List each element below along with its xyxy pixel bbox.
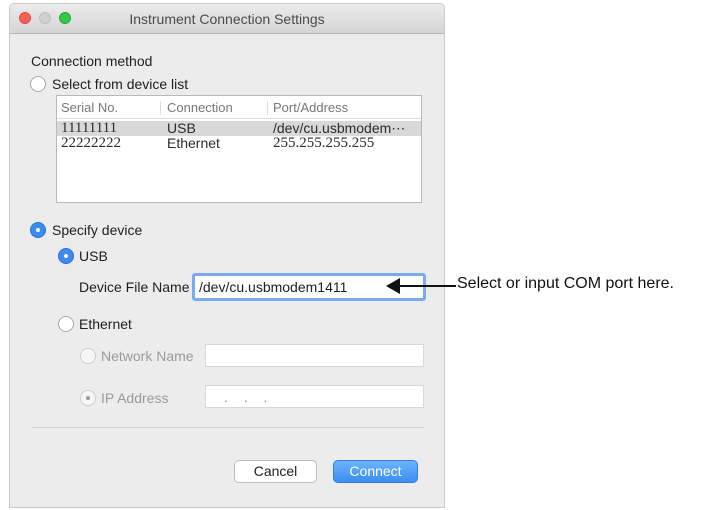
window-title: Instrument Connection Settings: [129, 11, 325, 27]
column-divider: [267, 101, 268, 115]
row-serial: 11111111: [61, 120, 118, 136]
callout-arrow-icon: [386, 278, 400, 294]
specify-device-radio[interactable]: [30, 222, 46, 238]
ethernet-radio[interactable]: [58, 316, 74, 332]
connection-settings-window: Instrument Connection Settings Connectio…: [9, 3, 445, 508]
header-divider: [57, 118, 421, 119]
usb-label[interactable]: USB: [79, 248, 108, 265]
column-header-serial[interactable]: Serial No.: [61, 100, 118, 115]
device-list-table[interactable]: Serial No. Connection Port/Address 11111…: [56, 95, 422, 203]
network-name-field[interactable]: [205, 344, 424, 367]
footer-divider: [32, 427, 424, 428]
table-row[interactable]: 22222222 Ethernet 255.255.255.255: [57, 136, 421, 151]
title-bar: Instrument Connection Settings: [10, 4, 444, 34]
row-connection: USB: [167, 120, 196, 136]
column-header-port[interactable]: Port/Address: [273, 100, 348, 115]
connect-button[interactable]: Connect: [333, 460, 418, 483]
network-name-label: Network Name: [101, 348, 194, 364]
row-connection: Ethernet: [167, 135, 220, 151]
row-port: /dev/cu.usbmodem⋯: [273, 120, 406, 136]
table-row[interactable]: 11111111 USB /dev/cu.usbmodem⋯: [57, 121, 421, 136]
column-header-connection[interactable]: Connection: [167, 100, 233, 115]
select-from-list-radio[interactable]: [30, 76, 46, 92]
ip-address-field[interactable]: . . .: [205, 385, 424, 408]
network-name-radio[interactable]: [80, 348, 96, 364]
callout-text: Select or input COM port here.: [457, 275, 674, 292]
column-divider: [160, 101, 161, 115]
row-serial: 22222222: [61, 135, 121, 151]
callout-line: [396, 285, 456, 287]
cancel-button[interactable]: Cancel: [234, 460, 317, 483]
ethernet-label[interactable]: Ethernet: [79, 316, 132, 333]
row-port: 255.255.255.255: [273, 135, 375, 151]
connection-method-label: Connection method: [31, 53, 153, 69]
device-file-name-label: Device File Name: [79, 279, 190, 295]
specify-device-label[interactable]: Specify device: [52, 222, 142, 239]
ip-address-radio[interactable]: [80, 390, 96, 406]
device-file-name-value: /dev/cu.usbmodem1411: [199, 279, 348, 295]
select-from-list-label[interactable]: Select from device list: [52, 76, 188, 93]
ip-address-value: . . .: [224, 389, 274, 405]
usb-radio[interactable]: [58, 248, 74, 264]
ip-address-label: IP Address: [101, 390, 169, 406]
